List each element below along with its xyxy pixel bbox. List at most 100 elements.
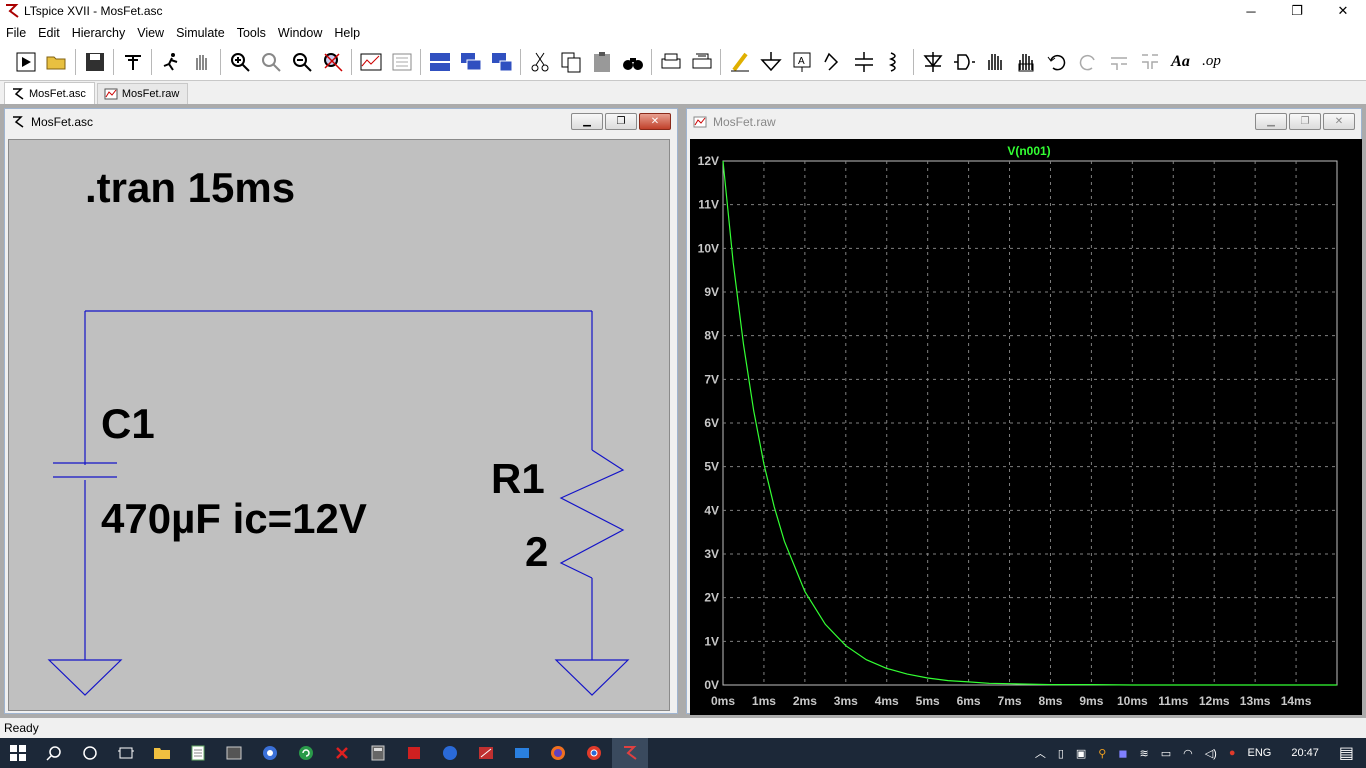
resistor-icon[interactable] (817, 47, 848, 77)
restore-button[interactable]: ❐ (1289, 113, 1321, 130)
menu-help[interactable]: Help (328, 26, 366, 40)
maximize-button[interactable]: ❐ (1274, 0, 1320, 22)
zoom-in-icon[interactable] (224, 47, 255, 77)
blue-app-icon[interactable] (432, 738, 468, 768)
app-window-icon[interactable] (216, 738, 252, 768)
blue-cloud-icon[interactable] (504, 738, 540, 768)
minimize-button[interactable]: ─ (1228, 0, 1274, 22)
menu-hierarchy[interactable]: Hierarchy (66, 26, 132, 40)
menu-tools[interactable]: Tools (231, 26, 272, 40)
drag-icon[interactable] (1010, 47, 1041, 77)
schematic-window-titlebar[interactable]: MosFet.asc ▁ ❐ ✕ (5, 109, 677, 135)
control-panel-icon[interactable] (117, 47, 148, 77)
print-icon[interactable] (655, 47, 686, 77)
c1-value-label[interactable]: 470µF ic=12V (101, 495, 367, 542)
calculator-icon[interactable] (360, 738, 396, 768)
inductor-icon[interactable] (879, 47, 910, 77)
file-explorer-icon[interactable] (144, 738, 180, 768)
zoom-fit-icon[interactable] (317, 47, 348, 77)
usb-icon[interactable]: ▯ (1058, 747, 1064, 760)
waveform-window-titlebar[interactable]: MosFet.raw ▁ ❐ ✕ (687, 109, 1361, 135)
chevron-up-icon[interactable]: ︿ (1035, 745, 1046, 761)
tray-app-icon[interactable]: ◼ (1118, 747, 1127, 760)
language-indicator[interactable]: ENG (1248, 747, 1272, 759)
clock[interactable]: 20:47 (1291, 747, 1319, 759)
cut-icon[interactable] (524, 47, 555, 77)
zoom-pan-icon[interactable] (255, 47, 286, 77)
menu-file[interactable]: File (0, 26, 32, 40)
network-lines-icon[interactable]: ≋ (1139, 747, 1148, 760)
volume-icon[interactable]: ◁) (1205, 747, 1217, 760)
notifications-icon[interactable]: ▤ (1339, 743, 1354, 763)
draw-wire-icon[interactable] (724, 47, 755, 77)
task-view-icon[interactable] (108, 738, 144, 768)
search-icon[interactable] (36, 738, 72, 768)
op-tool-label: .op (1202, 53, 1221, 69)
close-button[interactable]: ✕ (1320, 0, 1366, 22)
menu-view[interactable]: View (131, 26, 170, 40)
battery-icon[interactable]: ▭ (1161, 747, 1171, 760)
redo-icon[interactable] (1072, 47, 1103, 77)
start-icon[interactable] (0, 738, 36, 768)
ltspice-taskbar-icon[interactable] (612, 738, 648, 768)
capacitor-icon[interactable] (848, 47, 879, 77)
rotate-icon[interactable] (1103, 47, 1134, 77)
label-net-icon[interactable]: A (786, 47, 817, 77)
refresh-app-icon[interactable] (288, 738, 324, 768)
minimize-button[interactable]: ▁ (1255, 113, 1287, 130)
run-icon[interactable] (10, 47, 41, 77)
tile-horizontal-icon[interactable] (424, 47, 455, 77)
firefox-icon[interactable] (540, 738, 576, 768)
restore-button[interactable]: ❐ (605, 113, 637, 130)
storage-icon[interactable]: ▣ (1076, 747, 1086, 760)
paste-icon[interactable] (586, 47, 617, 77)
zoom-out-icon[interactable] (286, 47, 317, 77)
browser-blue-icon[interactable] (252, 738, 288, 768)
find-icon[interactable] (617, 47, 648, 77)
tile-vertical-icon[interactable] (486, 47, 517, 77)
red-x-app-icon[interactable] (324, 738, 360, 768)
minimize-button[interactable]: ▁ (571, 113, 603, 130)
waveform-plot[interactable]: V(n001) 0ms 1ms 2ms 3ms 4ms 5ms 6ms 7ms 8ms 9ms 10… (690, 139, 1362, 715)
red-chip-app-icon[interactable] (396, 738, 432, 768)
wifi-icon[interactable]: ◠ (1183, 747, 1193, 760)
text-icon[interactable]: Aa (1165, 47, 1196, 77)
close-button[interactable]: ✕ (1323, 113, 1355, 130)
undo-icon[interactable] (1041, 47, 1072, 77)
notepad-icon[interactable] (180, 738, 216, 768)
copy-icon[interactable] (555, 47, 586, 77)
pan-hand-icon[interactable] (186, 47, 217, 77)
autorange-icon[interactable] (355, 47, 386, 77)
ground-icon[interactable] (755, 47, 786, 77)
mirror-icon[interactable] (1134, 47, 1165, 77)
chrome-tray-icon[interactable]: ● (1229, 747, 1236, 759)
menu-edit[interactable]: Edit (32, 26, 66, 40)
chrome-icon[interactable] (576, 738, 612, 768)
halt-icon[interactable] (155, 47, 186, 77)
r1-value-label[interactable]: 2 (525, 528, 548, 575)
menu-window[interactable]: Window (272, 26, 328, 40)
menu-simulate[interactable]: Simulate (170, 26, 231, 40)
red-tool-icon[interactable] (468, 738, 504, 768)
diode-icon[interactable] (917, 47, 948, 77)
spice-directive-icon[interactable]: .op (1196, 47, 1227, 77)
cascade-icon[interactable] (455, 47, 486, 77)
tab-mosfet-asc[interactable]: MosFet.asc (4, 82, 95, 104)
close-button[interactable]: ✕ (639, 113, 671, 130)
y-tick-label: 5V (704, 460, 719, 474)
save-icon[interactable] (79, 47, 110, 77)
component-icon[interactable] (948, 47, 979, 77)
schematic-canvas[interactable]: .tran 15ms C1 470µF ic=12V R1 2 (8, 139, 670, 711)
c1-name-label[interactable]: C1 (101, 400, 155, 447)
cortana-icon[interactable] (72, 738, 108, 768)
toolbar-separator (151, 48, 152, 75)
open-icon[interactable] (41, 47, 72, 77)
search-tray-icon[interactable]: ⚲ (1098, 747, 1106, 760)
move-icon[interactable] (979, 47, 1010, 77)
spice-directive[interactable]: .tran 15ms (85, 164, 295, 211)
waveform-icon[interactable] (386, 47, 417, 77)
print-setup-icon[interactable] (686, 47, 717, 77)
r1-name-label[interactable]: R1 (491, 455, 545, 502)
trace-label[interactable]: V(n001) (1007, 144, 1050, 158)
tab-mosfet-raw[interactable]: MosFet.raw (96, 83, 189, 104)
